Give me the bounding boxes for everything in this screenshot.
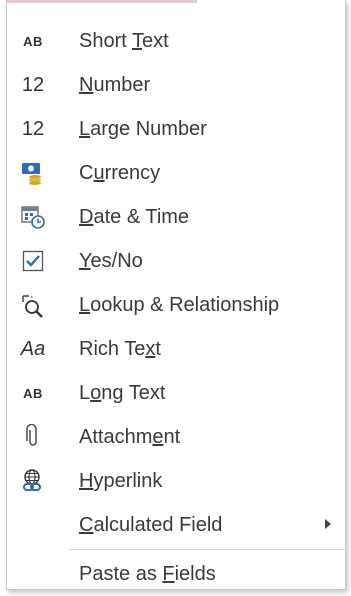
menu-item-label: Number (79, 73, 151, 96)
number-icon: 12 (21, 73, 45, 96)
large-number-icon: 12 (21, 117, 45, 140)
menu-item-calculated-field[interactable]: Calculated Field (7, 503, 345, 547)
menu-item-long-text[interactable]: AB Long Text (7, 371, 345, 415)
menu-item-date-time[interactable]: Date & Time (7, 195, 345, 239)
currency-icon (19, 159, 47, 187)
menu-item-short-text[interactable]: AB Short Text (7, 19, 345, 63)
menu-item-number[interactable]: 12 Number (7, 63, 345, 107)
lookup-relationship-icon (19, 291, 47, 319)
attachment-paperclip-icon (19, 423, 47, 451)
menu-item-label: Large Number (79, 117, 207, 140)
yes-no-checkbox-icon (19, 247, 47, 275)
date-time-icon (19, 203, 47, 231)
menu-item-large-number[interactable]: 12 Large Number (7, 107, 345, 151)
menu-item-hyperlink[interactable]: Hyperlink (7, 459, 345, 503)
menu-item-label: Attachment (79, 425, 181, 448)
short-text-icon: AB (23, 33, 43, 49)
menu-item-attachment[interactable]: Attachment (7, 415, 345, 459)
menu-item-label: Hyperlink (79, 469, 163, 492)
menu-item-label: Rich Text (79, 337, 161, 360)
menu-separator (69, 549, 345, 550)
menu-item-label: Yes/No (79, 249, 143, 272)
menu-item-currency[interactable]: Currency (7, 151, 345, 195)
menu-item-lookup-relationship[interactable]: Lookup & Relationship (7, 283, 345, 327)
paste-as-fields-icon-slot (19, 560, 47, 588)
submenu-arrow-icon (325, 519, 331, 529)
menu-item-paste-as-fields[interactable]: Paste as Fields (7, 552, 345, 596)
data-type-context-menu: AB Short Text 12 Number 12 Large Number … (6, 0, 346, 590)
menu-item-label: Lookup & Relationship (79, 293, 280, 316)
menu-item-rich-text[interactable]: Aa Rich Text (7, 327, 345, 371)
menu-top-accent (7, 0, 197, 3)
menu-item-label: Paste as Fields (79, 562, 216, 585)
calculated-field-icon-slot (19, 511, 47, 539)
rich-text-icon: Aa (20, 337, 46, 360)
hyperlink-icon (19, 467, 47, 495)
menu-item-label: Calculated Field (79, 513, 223, 536)
long-text-icon: AB (23, 385, 43, 401)
menu-item-label: Long Text (79, 381, 166, 404)
menu-item-label: Short Text (79, 29, 169, 52)
menu-item-label: Currency (79, 161, 161, 184)
menu-item-label: Date & Time (79, 205, 190, 228)
menu-item-yes-no[interactable]: Yes/No (7, 239, 345, 283)
